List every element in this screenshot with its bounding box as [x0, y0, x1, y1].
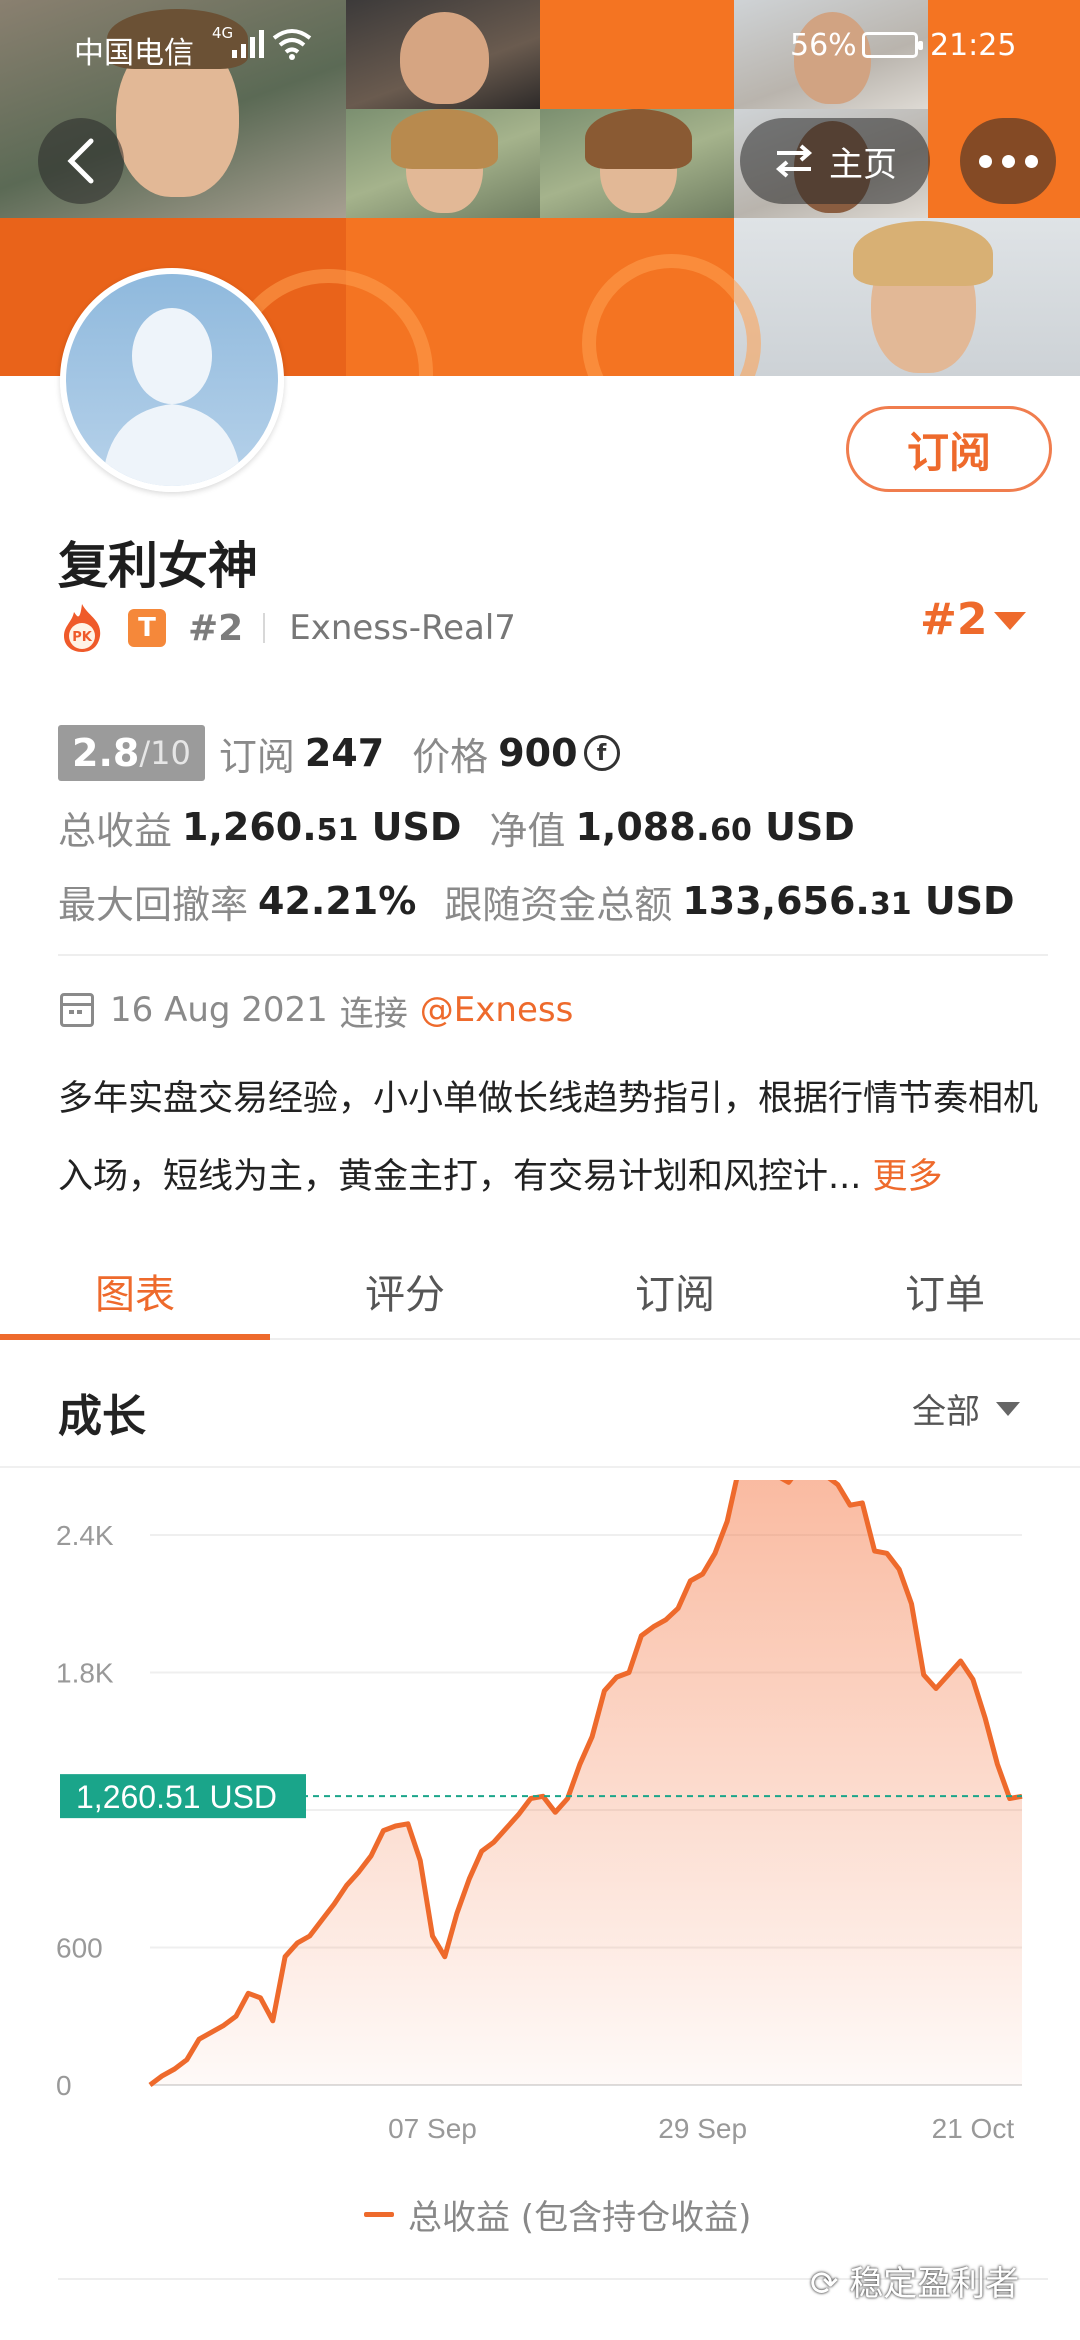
more-dot-icon	[978, 154, 992, 168]
broker-link[interactable]: @Exness	[420, 990, 574, 1030]
current-value-tag: 1,260.51 USD	[60, 1774, 306, 1819]
net-value-label: 净值	[489, 808, 566, 853]
watermark: ⟳ 稳定盈利者	[810, 2256, 1019, 2305]
home-button-label: 主页	[829, 144, 897, 185]
banner-photo	[346, 108, 540, 218]
x-axis: 07 Sep 29 Sep 21 Oct	[388, 2113, 1014, 2144]
calendar-icon	[60, 993, 94, 1027]
net-value-value: 1,088.60 USD	[575, 805, 855, 849]
wifi-icon	[272, 29, 312, 60]
pk-flame-icon[interactable]: PK	[58, 602, 106, 654]
more-options-button[interactable]	[960, 118, 1056, 204]
swap-icon	[775, 144, 813, 178]
connect-date: 16 Aug 2021	[110, 990, 328, 1030]
tab-orders[interactable]: 订单	[810, 1244, 1080, 1338]
y-tick-label: 600	[56, 1933, 103, 1964]
back-button[interactable]	[38, 118, 124, 204]
section-title: 成长	[58, 1391, 146, 1442]
tier-badge: T	[128, 609, 166, 647]
rating-max: /10	[139, 734, 191, 772]
divider	[263, 613, 266, 643]
stat-row: 2.8 /10 订阅 247 价格 900 f	[58, 716, 1048, 790]
stat-row: 总收益 1,260.51 USD 净值 1,088.60 USD	[58, 790, 1048, 864]
y-tick-label: 2.4K	[56, 1520, 114, 1551]
more-link[interactable]: 更多	[873, 1157, 943, 1197]
battery-icon	[862, 32, 923, 58]
stat-row: 最大回撤率 42.21% 跟随资金总额 133,656.31 USD	[58, 864, 1048, 938]
tab-bar: 图表 评分 订阅 订单	[0, 1244, 1080, 1340]
y-tick-label: 1.8K	[56, 1658, 114, 1689]
network-type: 4G	[212, 24, 234, 42]
price-label: 价格	[412, 734, 489, 779]
total-profit-value: 1,260.51 USD	[182, 805, 462, 849]
subscribers-value: 247	[304, 731, 385, 775]
follow-funds-value: 133,656.31 USD	[682, 879, 1015, 923]
caret-down-icon	[996, 1401, 1020, 1416]
growth-chart[interactable]: 0 600 1.8K 2.4K 1,260.51 USD 07 Sep 29 Sep 21…	[0, 1480, 1080, 2240]
watermark-text: 稳定盈利者	[849, 2264, 1020, 2304]
rating-value: 2.8	[72, 731, 140, 775]
trader-meta: PK T #2 Exness-Real7	[58, 600, 516, 656]
total-profit-label: 总收益	[58, 808, 173, 853]
x-tick-label: 29 Sep	[658, 2113, 747, 2144]
rank-label: #2	[188, 607, 244, 649]
rank-dropdown[interactable]: #2	[920, 594, 987, 645]
description: 多年实盘交易经验，小小单做长线趋势指引，根据行情节奏相机入场，短线为主，黄金主打…	[58, 1060, 1048, 1216]
connect-label: 连接	[339, 993, 408, 1034]
legend-swatch	[364, 2212, 394, 2217]
legend-label: 总收益 (包含持仓收益)	[408, 2198, 752, 2238]
server-name: Exness-Real7	[289, 608, 516, 648]
tab-chart[interactable]: 图表	[0, 1244, 270, 1340]
max-drawdown-value: 42.21%	[258, 879, 417, 923]
banner-photo	[540, 108, 734, 218]
carrier-label: 中国电信	[74, 36, 194, 71]
range-filter-label: 全部	[912, 1392, 980, 1432]
price-value: 900	[498, 731, 578, 775]
current-value-label: 1,260.51 USD	[76, 1779, 277, 1815]
status-bar: 中国电信 4G 56% 21:25	[0, 0, 1080, 90]
rating-badge: 2.8 /10	[58, 725, 205, 781]
more-dot-icon	[1024, 154, 1038, 168]
stats-panel: 2.8 /10 订阅 247 价格 900 f 总收益 1,260.51 USD…	[58, 716, 1048, 938]
subscribe-button[interactable]: 订阅	[846, 406, 1052, 492]
y-tick-label: 0	[56, 2070, 72, 2101]
default-avatar-icon	[102, 308, 242, 486]
banner-photo	[733, 217, 1080, 376]
x-tick-label: 21 Oct	[932, 2113, 1015, 2144]
caret-down-icon[interactable]	[994, 612, 1026, 630]
trader-name: 复利女神	[58, 537, 258, 595]
signal-icon	[232, 30, 264, 58]
weibo-icon: ⟳	[810, 2264, 839, 2304]
clock: 21:25	[930, 28, 1017, 63]
divider	[0, 1466, 1080, 1468]
coin-icon: f	[583, 735, 620, 771]
connection-info: 16 Aug 2021 连接 @Exness	[60, 985, 573, 1035]
max-drawdown-label: 最大回撤率	[58, 882, 249, 927]
avatar[interactable]	[60, 268, 284, 492]
subscribers-label: 订阅	[218, 734, 295, 779]
range-filter[interactable]: 全部	[912, 1384, 1020, 1433]
follow-funds-label: 跟随资金总额	[444, 882, 673, 927]
svg-text:PK: PK	[72, 630, 93, 645]
battery-percent: 56%	[790, 28, 857, 63]
x-tick-label: 07 Sep	[388, 2113, 477, 2144]
tab-rating[interactable]: 评分	[270, 1244, 540, 1338]
more-dot-icon	[1001, 154, 1015, 168]
chart-legend: 总收益 (包含持仓收益)	[364, 2190, 751, 2239]
tab-subscription[interactable]: 订阅	[540, 1244, 810, 1338]
chevron-left-icon	[67, 138, 94, 184]
home-button[interactable]: 主页	[740, 118, 930, 204]
divider	[58, 954, 1048, 956]
